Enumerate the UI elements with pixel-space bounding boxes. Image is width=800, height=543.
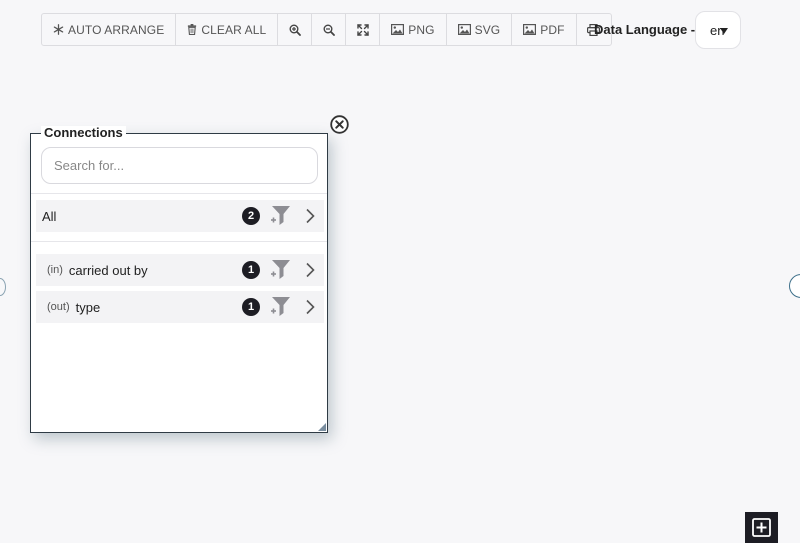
connection-row[interactable]: (out) type 1: [36, 291, 324, 323]
plus-square-icon: [752, 518, 771, 537]
chevron-right-icon[interactable]: [305, 262, 315, 278]
auto-arrange-label: AUTO ARRANGE: [68, 22, 165, 37]
filter-add-icon[interactable]: [270, 259, 292, 280]
svg-label: SVG: [474, 22, 501, 37]
zoom-out-icon: [323, 24, 335, 36]
data-language-label: Data Language -: [594, 22, 696, 37]
search-input[interactable]: [41, 147, 318, 184]
left-node-edge[interactable]: [0, 278, 6, 296]
trash-icon: [188, 24, 197, 35]
connection-label: type: [75, 299, 101, 315]
count-badge: 2: [242, 207, 260, 225]
snowflake-icon: [53, 24, 64, 35]
add-button[interactable]: [745, 512, 778, 543]
row-label: All: [42, 208, 57, 224]
export-svg-button[interactable]: SVG: [447, 14, 513, 45]
filter-add-icon[interactable]: [270, 296, 292, 317]
zoom-in-button[interactable]: [278, 14, 313, 45]
direction-label: (in): [47, 264, 63, 276]
divider: [31, 193, 327, 194]
panel-title: Connections: [41, 126, 126, 140]
auto-arrange-button[interactable]: AUTO ARRANGE: [42, 14, 177, 45]
zoom-out-button[interactable]: [312, 14, 347, 45]
chevron-right-icon[interactable]: [305, 299, 315, 315]
export-png-button[interactable]: PNG: [380, 14, 447, 45]
count-badge: 1: [242, 261, 260, 279]
connections-panel: Connections All 2 (in) carried out by 1 …: [30, 126, 328, 433]
clear-all-label: CLEAR ALL: [201, 22, 267, 37]
image-icon: [391, 24, 405, 35]
export-pdf-button[interactable]: PDF: [512, 14, 577, 45]
image-icon: [457, 24, 471, 35]
resize-handle[interactable]: [318, 423, 326, 431]
data-language-select[interactable]: en: [695, 11, 741, 49]
clear-all-button[interactable]: CLEAR ALL: [176, 14, 279, 45]
close-circle-icon[interactable]: [330, 115, 349, 134]
png-label: PNG: [408, 22, 435, 37]
connection-label: carried out by: [68, 262, 148, 278]
chevron-right-icon[interactable]: [305, 208, 315, 224]
expand-icon: [357, 23, 369, 36]
filter-add-icon[interactable]: [270, 205, 292, 226]
fit-to-screen-button[interactable]: [346, 14, 381, 45]
divider: [31, 241, 327, 242]
pdf-label: PDF: [540, 22, 565, 37]
caret-down-icon: [720, 28, 728, 34]
count-badge: 1: [242, 298, 260, 316]
direction-label: (out): [47, 301, 70, 313]
toolbar: AUTO ARRANGE CLEAR ALL PNG SVG PDF: [41, 13, 612, 46]
zoom-in-icon: [289, 24, 301, 36]
connection-row[interactable]: (in) carried out by 1: [36, 254, 324, 286]
graph-node[interactable]: [789, 274, 800, 298]
image-icon: [523, 24, 537, 35]
connection-row-all[interactable]: All 2: [36, 200, 324, 232]
